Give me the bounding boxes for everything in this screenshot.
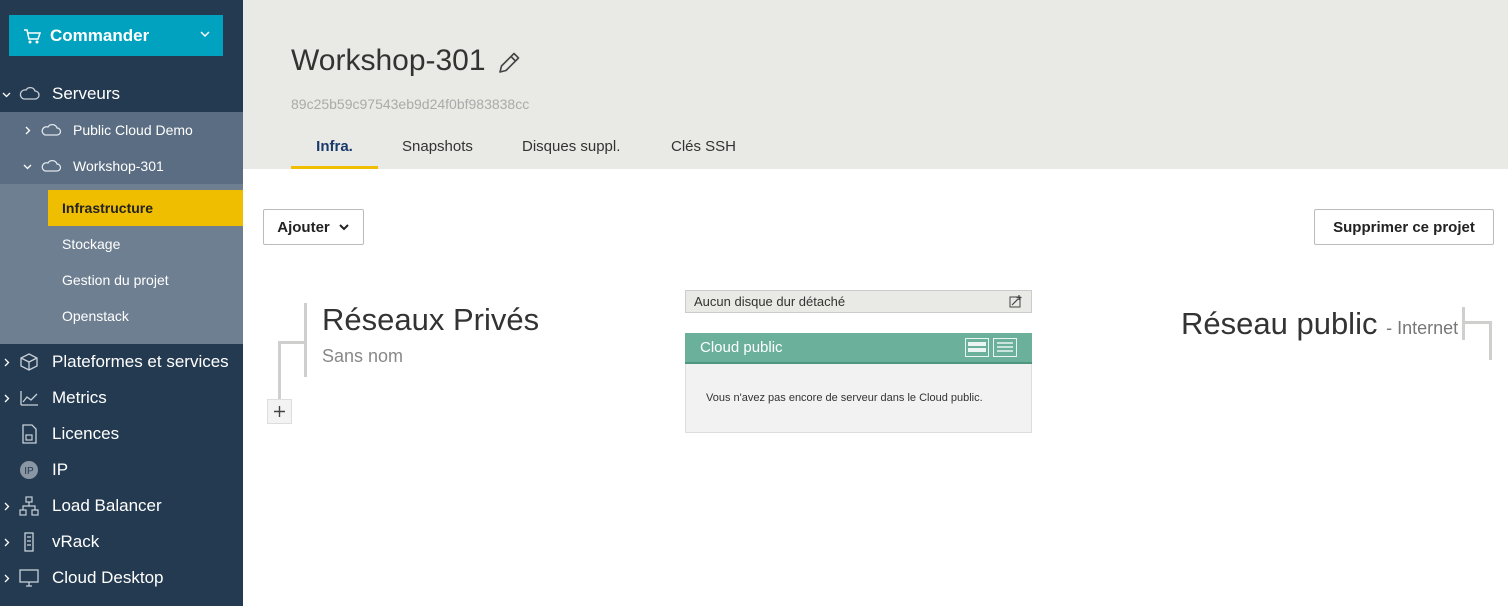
order-button-label: Commander [50,25,150,45]
sidebar-item-openstack[interactable]: Openstack [48,298,243,334]
chevron-right-icon [4,538,10,546]
plus-icon [274,406,285,417]
sidebar-item-plateformes[interactable]: Plateformes et services [0,344,243,380]
network-connector [1489,321,1492,360]
cloud-public-body: Vous n'avez pas encore de serveur dans l… [685,364,1032,433]
chevron-down-icon [339,224,349,231]
tab-disques-suppl[interactable]: Disques suppl. [522,138,620,169]
cloud-icon [41,159,62,172]
ip-icon: IP [20,461,38,479]
platforms-icon [20,353,38,371]
list-view-icon [997,342,1013,352]
sidebar-item-label: Serveurs [52,84,121,103]
sidebar-item-cloud-desktop[interactable]: Cloud Desktop [0,560,243,596]
list-view-button[interactable] [993,338,1017,357]
network-connector [1462,321,1492,324]
tab-snapshots[interactable]: Snapshots [402,138,473,169]
detached-disks-label: Aucun disque dur détaché [694,294,846,309]
add-dropdown-button[interactable]: Ajouter [263,209,364,245]
order-button[interactable]: Commander [9,15,223,56]
sidebar: Commander Serveurs Public Cloud Demo Wor… [0,0,243,606]
network-connector [278,341,281,401]
cloud-public-title: Cloud public [700,339,783,356]
chevron-right-icon [4,574,10,582]
cloud-public-header: Cloud public [685,333,1032,364]
grid-view-button[interactable] [965,338,989,357]
sidebar-item-label: Public Cloud Demo [73,122,193,138]
sidebar-item-label: IP [52,460,69,479]
chevron-right-icon [4,502,10,510]
sidebar-item-label: Metrics [52,388,107,407]
sidebar-item-workshop-301[interactable]: Workshop-301 [0,148,243,184]
license-icon [22,424,37,444]
sidebar-item-licences[interactable]: Licences [0,416,243,452]
public-network-title: Réseau public - Internet [1181,306,1458,342]
sidebar-item-serveurs[interactable]: Serveurs [0,76,243,112]
sidebar-item-label: vRack [52,532,100,551]
chevron-right-icon [4,358,10,366]
tab-infra[interactable]: Infra. [291,138,378,169]
add-private-network-button[interactable] [267,399,292,424]
sidebar-item-label: Cloud Desktop [52,568,164,587]
add-button-label: Ajouter [277,218,330,236]
add-disk-icon[interactable] [1009,294,1023,308]
sidebar-item-label: Load Balancer [52,496,162,515]
detached-disks-bar: Aucun disque dur détaché [685,290,1032,313]
monitor-icon [19,569,39,587]
cloud-icon [41,123,62,136]
svg-text:IP: IP [24,466,34,477]
sidebar-item-infrastructure[interactable]: Infrastructure [48,190,243,226]
delete-project-button[interactable]: Supprimer ce projet [1314,209,1494,245]
network-connector [304,303,307,377]
chart-line-icon [20,391,38,406]
private-networks-title: Réseaux Privés [322,302,540,337]
chevron-right-icon [4,394,10,402]
empty-state-message: Vous n'avez pas encore de serveur dans l… [706,392,983,404]
project-header: Workshop-301 89c25b59c97543eb9d24f0bf983… [243,0,1508,169]
network-connector [278,341,305,344]
sidebar-item-stockage[interactable]: Stockage [48,226,243,262]
chevron-down-icon [23,164,32,169]
public-network-subtitle: - Internet [1386,318,1459,338]
cart-icon [24,28,42,43]
chevron-right-icon [25,126,31,134]
sidebar-item-label: Plateformes et services [52,352,229,371]
chevron-down-icon [2,92,11,97]
project-id: 89c25b59c97543eb9d24f0bf983838cc [291,96,530,112]
cloud-icon [19,86,40,100]
sidebar-item-label: Workshop-301 [73,158,164,174]
public-network-label: Réseau public [1181,306,1378,341]
rack-icon [24,532,34,552]
tab-cles-ssh[interactable]: Clés SSH [671,138,736,169]
page-title: Workshop-301 [291,44,486,77]
sidebar-item-load-balancer[interactable]: Load Balancer [0,488,243,524]
sidebar-item-vrack[interactable]: vRack [0,524,243,560]
sidebar-item-public-cloud-demo[interactable]: Public Cloud Demo [0,112,243,148]
grid-view-icon [968,342,986,352]
edit-pencil-icon[interactable] [496,50,522,76]
sidebar-item-ip[interactable]: IP IP [0,452,243,488]
sidebar-item-gestion-du-projet[interactable]: Gestion du projet [48,262,243,298]
sidebar-item-metrics[interactable]: Metrics [0,380,243,416]
sidebar-item-label: Licences [52,424,120,443]
load-balancer-icon [19,496,39,516]
chevron-down-icon [200,31,210,38]
private-network-name[interactable]: Sans nom [322,346,403,367]
